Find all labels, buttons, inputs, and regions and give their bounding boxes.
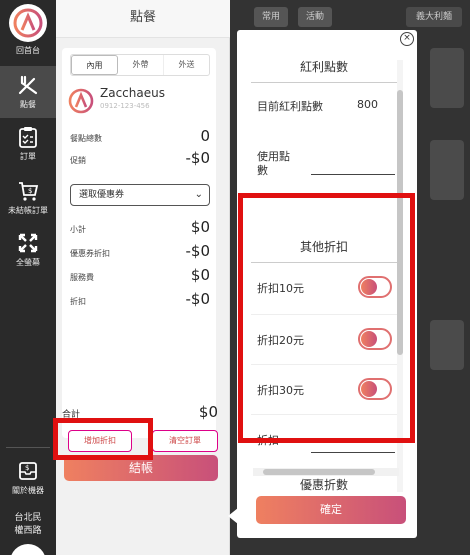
- svg-text:$: $: [28, 187, 32, 195]
- use-points-label-2: 數: [257, 164, 268, 177]
- popup-horizontal-scrollbar[interactable]: [253, 468, 399, 476]
- store-line-1: 台北民: [14, 513, 42, 523]
- clipboard-icon: [19, 127, 37, 148]
- order-type-tabs: 內用 外帶 外送: [70, 54, 210, 76]
- tab-events[interactable]: 活動: [298, 7, 332, 27]
- current-points-value: 800: [357, 98, 378, 111]
- tab-dine-in[interactable]: 內用: [71, 55, 118, 75]
- svg-text:$: $: [25, 464, 29, 472]
- row-value: $0: [190, 266, 210, 284]
- order-panel: 點餐 內用 外帶 外送 Zacchaeus 0912-123-456 餐點總數 …: [56, 0, 230, 555]
- tab-takeout[interactable]: 外帶: [118, 55, 164, 75]
- customer-phone: 0912-123-456: [100, 102, 150, 110]
- tab-favorites[interactable]: 常用: [254, 7, 288, 27]
- coupon-select[interactable]: 選取優惠券 ⌄: [70, 184, 210, 206]
- row-label: 折扣: [70, 297, 86, 306]
- coupon-discount-row: 優惠券折扣 -$0: [70, 242, 210, 260]
- close-icon[interactable]: ×: [400, 32, 414, 46]
- home-label[interactable]: 回首台: [0, 45, 56, 56]
- order-card: 內用 外帶 外送 Zacchaeus 0912-123-456 餐點總數 0 促…: [62, 48, 216, 443]
- sidebar-item-label: 全螢幕: [16, 258, 40, 267]
- row-label: 餐點總數: [70, 134, 102, 143]
- row-label: 促銷: [70, 156, 86, 165]
- cart-icon: $: [19, 182, 39, 201]
- highlight-box-other-discounts: [238, 193, 415, 443]
- sidebar-item-fullscreen[interactable]: 全螢幕: [0, 224, 56, 276]
- item-count-row: 餐點總數 0: [70, 127, 210, 145]
- chevron-down-icon: ⌄: [194, 189, 203, 200]
- discount-row: 折扣 -$0: [70, 290, 210, 308]
- store-line-2: 權西路: [14, 526, 42, 536]
- scrollbar-thumb[interactable]: [263, 469, 375, 475]
- use-points-input[interactable]: [311, 174, 395, 175]
- promo-discount-title: 優惠折數: [299, 478, 348, 492]
- menu-item-image[interactable]: [430, 320, 464, 370]
- sidebar-item-label: 訂單: [20, 152, 36, 161]
- total-value: $0: [198, 403, 218, 421]
- bottom-avatar[interactable]: [10, 544, 46, 555]
- row-value: $0: [190, 218, 210, 236]
- service-fee-row: 服務費 $0: [70, 266, 210, 284]
- row-value: -$0: [185, 149, 211, 167]
- sidebar-item-orders[interactable]: 訂單: [0, 118, 56, 170]
- sidebar-item-unpaid[interactable]: $ 未結帳訂單: [0, 172, 56, 224]
- clear-order-button[interactable]: 清空訂單: [152, 430, 218, 452]
- row-label: 小計: [70, 225, 86, 234]
- app: 回首台 點餐 訂單 $ 未結帳訂單 全螢幕 $ 關於機器 台北民 權西路 點餐 …: [0, 0, 470, 555]
- row-value: -$0: [185, 242, 211, 260]
- fullscreen-icon: [18, 233, 38, 253]
- bonus-points-title: 紅利點數: [299, 60, 348, 74]
- panel-title: 點餐: [56, 0, 230, 38]
- subtotal-row: 小計 $0: [70, 218, 210, 236]
- coupon-select-label: 選取優惠券: [79, 190, 125, 200]
- row-value: -$0: [185, 290, 211, 308]
- sidebar-item-label: 點餐: [20, 100, 36, 109]
- sidebar-item-label: 關於機器: [12, 486, 44, 495]
- promo-row: 促銷 -$0: [70, 149, 210, 167]
- tab-delivery[interactable]: 外送: [164, 55, 209, 75]
- store-name[interactable]: 台北民 權西路: [0, 512, 56, 538]
- left-rail: 回首台 點餐 訂單 $ 未結帳訂單 全螢幕 $ 關於機器 台北民 權西路: [0, 0, 56, 555]
- row-label: 優惠券折扣: [70, 249, 110, 258]
- sidebar-item-label: 未結帳訂單: [8, 206, 48, 215]
- rail-divider: [6, 447, 50, 448]
- menu-item-image[interactable]: [430, 48, 464, 108]
- customer-info[interactable]: Zacchaeus 0912-123-456: [68, 86, 165, 118]
- divider: [251, 82, 397, 83]
- tab-pasta[interactable]: 義大利麵: [406, 7, 462, 27]
- sidebar-item-about[interactable]: $ 關於機器: [0, 452, 56, 504]
- sidebar-item-order[interactable]: 點餐: [0, 66, 56, 118]
- logo-icon: [13, 8, 43, 38]
- confirm-button[interactable]: 確定: [256, 496, 406, 524]
- device-icon: $: [19, 462, 37, 480]
- app-logo[interactable]: [9, 4, 47, 42]
- row-value: 0: [200, 127, 210, 145]
- custom-discount-input[interactable]: [311, 452, 395, 453]
- customer-logo-icon: [68, 88, 94, 114]
- highlight-box-add-discount: [53, 418, 153, 460]
- menu-item-image[interactable]: [430, 140, 464, 200]
- customer-name: Zacchaeus: [100, 86, 165, 100]
- row-label: 服務費: [70, 273, 94, 282]
- current-points-label: 目前紅利點數: [257, 100, 323, 113]
- utensils-icon: [18, 75, 38, 95]
